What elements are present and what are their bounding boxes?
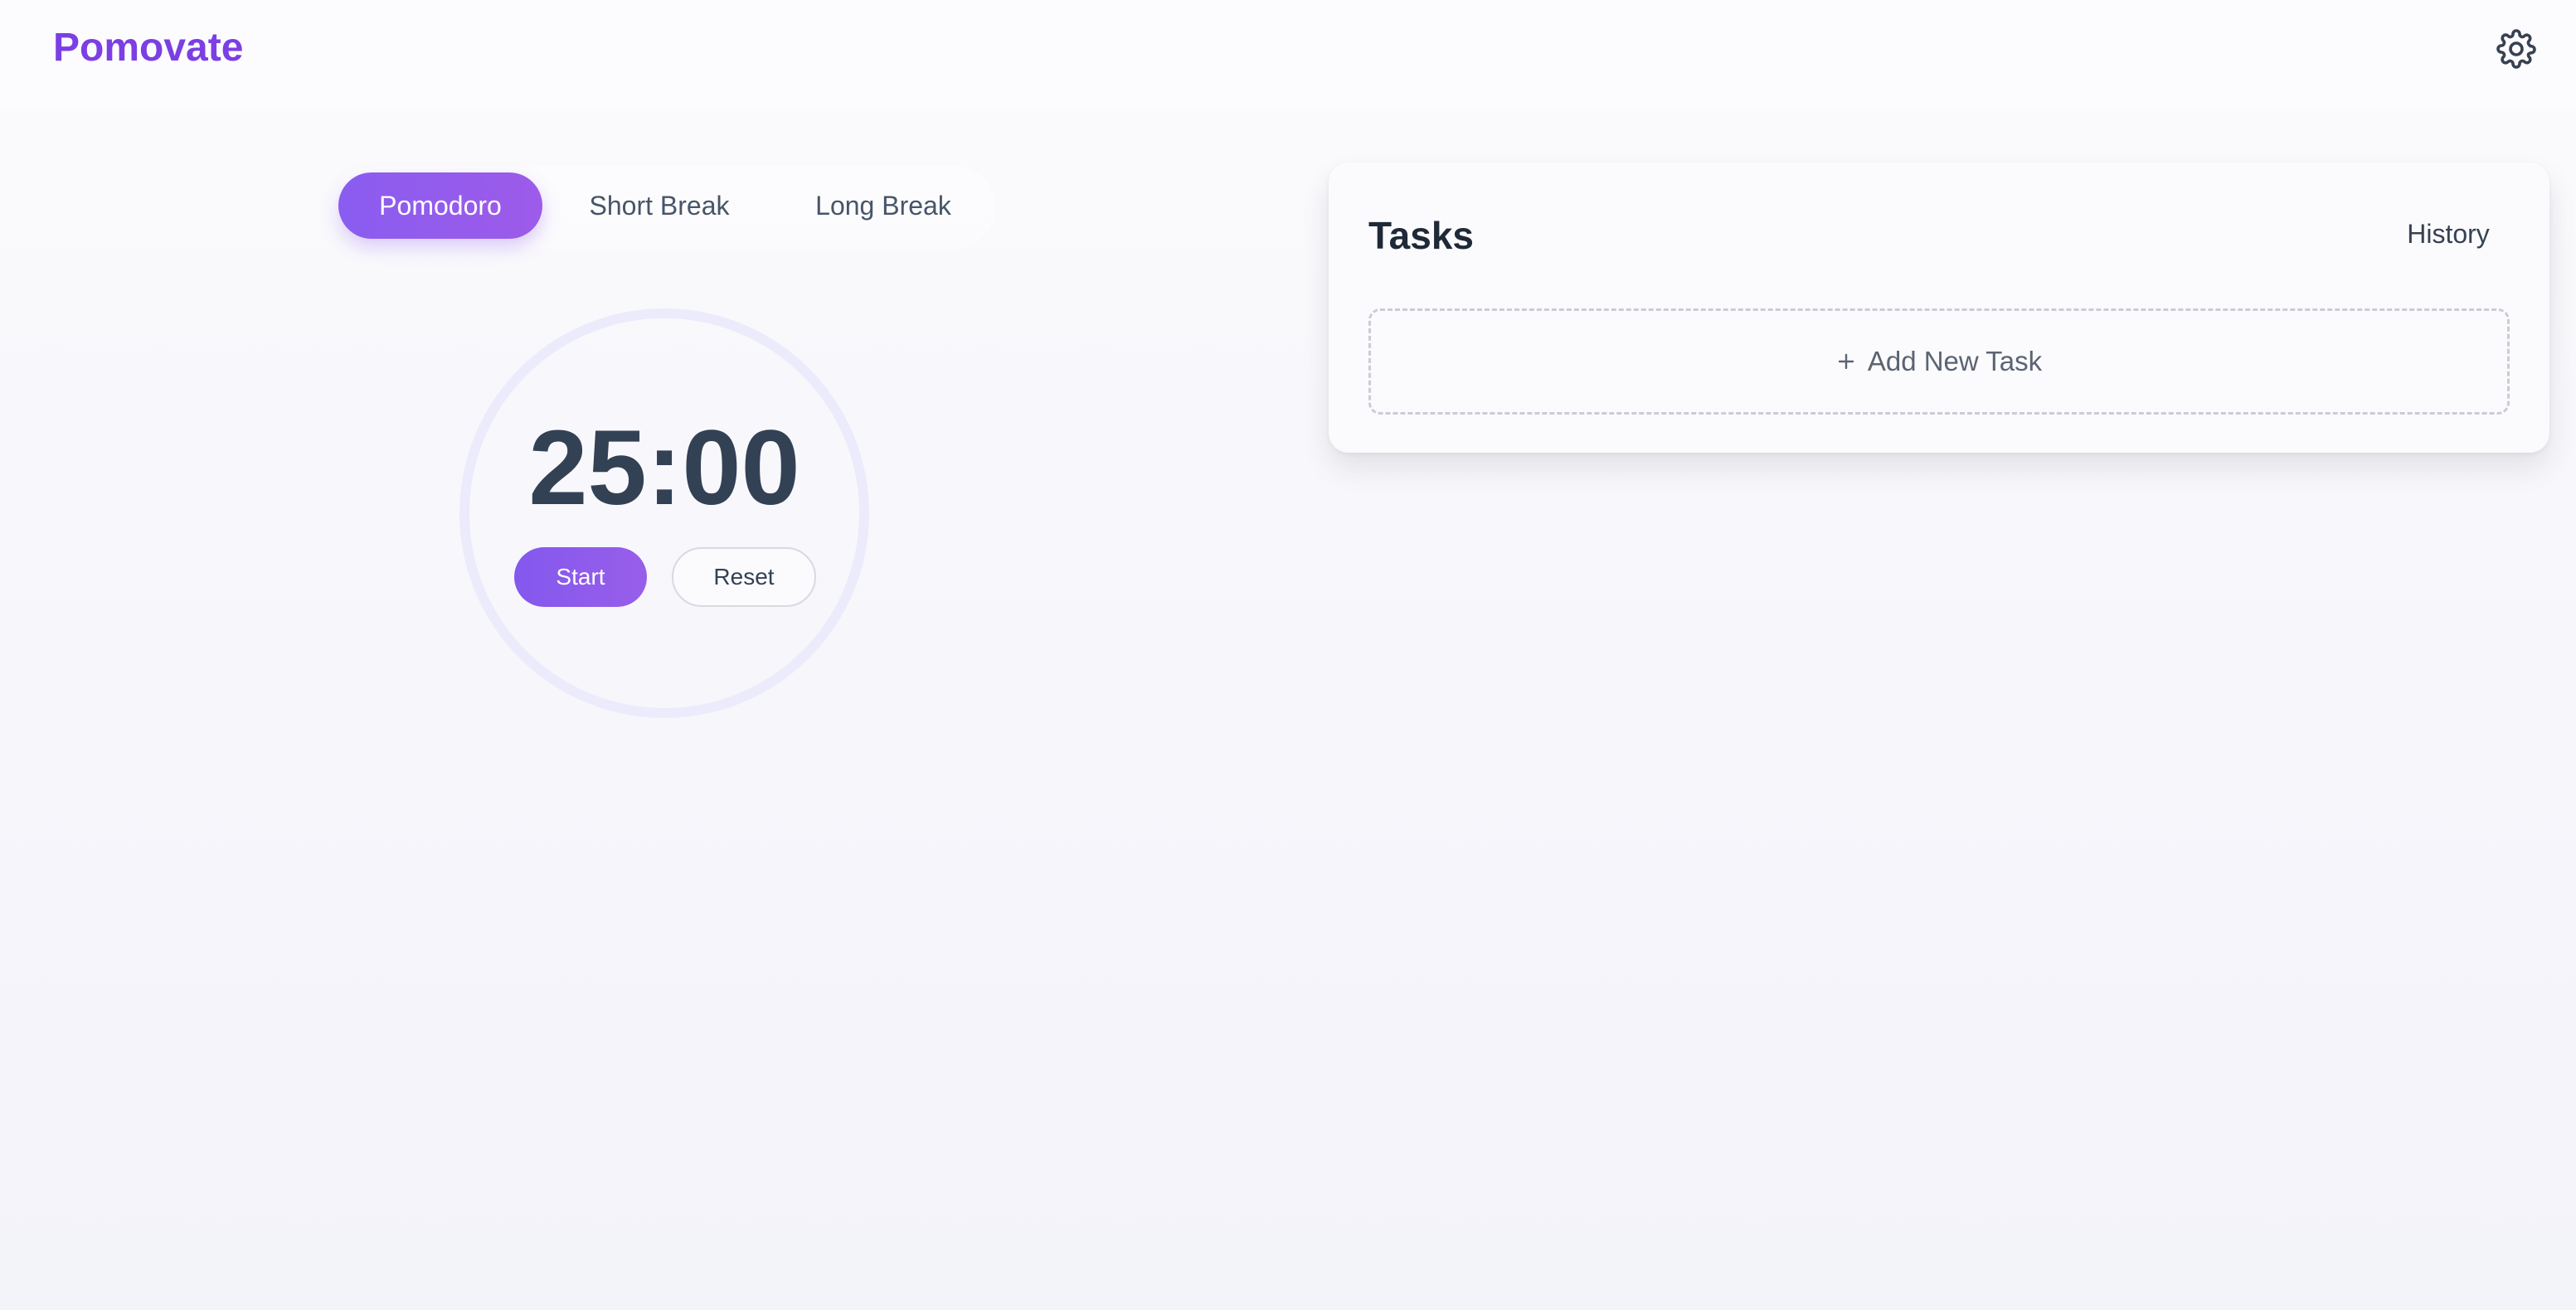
tasks-title: Tasks bbox=[1368, 214, 1475, 257]
timer-mode-tabs: Pomodoro Short Break Long Break bbox=[332, 166, 995, 249]
tasks-panel: Tasks History Add New Task bbox=[1329, 163, 2549, 453]
history-button[interactable]: History bbox=[2382, 211, 2515, 257]
timer-display: 25:00 bbox=[528, 409, 800, 527]
brand-logo-text: Pomovate bbox=[53, 26, 244, 70]
reset-button[interactable]: Reset bbox=[672, 547, 816, 607]
start-button[interactable]: Start bbox=[514, 547, 647, 607]
plus-icon bbox=[1836, 352, 1856, 371]
tab-pomodoro[interactable]: Pomodoro bbox=[338, 172, 542, 239]
gear-icon bbox=[2496, 29, 2536, 69]
app-header: Pomovate bbox=[0, 0, 2576, 108]
tab-long-break[interactable]: Long Break bbox=[793, 172, 974, 239]
add-new-task-label: Add New Task bbox=[1867, 346, 2043, 376]
settings-button[interactable] bbox=[2492, 25, 2540, 73]
add-new-task-button[interactable]: Add New Task bbox=[1368, 308, 2510, 415]
tab-short-break[interactable]: Short Break bbox=[569, 172, 750, 239]
